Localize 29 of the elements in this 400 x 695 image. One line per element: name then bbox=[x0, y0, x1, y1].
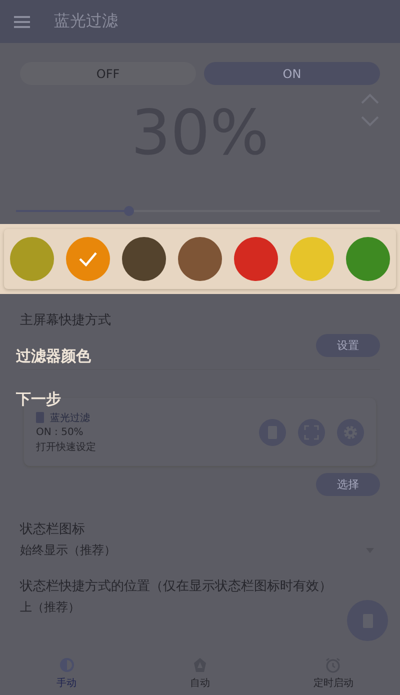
menu-icon[interactable] bbox=[14, 16, 30, 28]
app-title: 蓝光过滤 bbox=[54, 11, 118, 32]
setting-label: 状态栏图标 bbox=[20, 521, 86, 538]
color-swatch[interactable] bbox=[290, 237, 334, 281]
nav-tab[interactable]: 自动 bbox=[154, 657, 245, 690]
setting-label: 主屏幕快捷方式 bbox=[20, 312, 112, 329]
next-step-link[interactable]: 下一步 bbox=[16, 390, 61, 409]
setting-value: 始终显示（推荐） bbox=[20, 542, 116, 559]
notification-hint: 打开快速设定 bbox=[36, 440, 97, 454]
setting-label: 状态栏快捷方式的位置（仅在显示状态栏图标时有效） bbox=[20, 578, 333, 595]
toggle-option[interactable]: OFF bbox=[20, 62, 196, 85]
color-swatch[interactable] bbox=[346, 237, 390, 281]
tutorial-title: 过滤器颜色 bbox=[16, 347, 91, 366]
app-name: 蓝光过滤 bbox=[50, 412, 90, 424]
set-button[interactable]: 设置 bbox=[316, 334, 380, 357]
choose-button[interactable]: 选择 bbox=[316, 473, 380, 496]
color-swatch[interactable] bbox=[122, 237, 166, 281]
color-swatch[interactable] bbox=[66, 237, 110, 281]
toggle-option[interactable]: ON bbox=[204, 62, 380, 85]
color-swatch[interactable] bbox=[234, 237, 278, 281]
notification-status: ON : 50% bbox=[36, 426, 84, 438]
nav-tab[interactable]: 定时启动 bbox=[288, 657, 378, 690]
color-swatch[interactable] bbox=[178, 237, 222, 281]
check-icon bbox=[78, 251, 98, 267]
nav-tab[interactable]: 手动 bbox=[22, 657, 112, 690]
phone-icon bbox=[36, 412, 44, 423]
slider-thumb[interactable] bbox=[124, 206, 134, 216]
setting-value: 上（推荐） bbox=[20, 599, 80, 616]
color-swatch[interactable] bbox=[10, 237, 54, 281]
